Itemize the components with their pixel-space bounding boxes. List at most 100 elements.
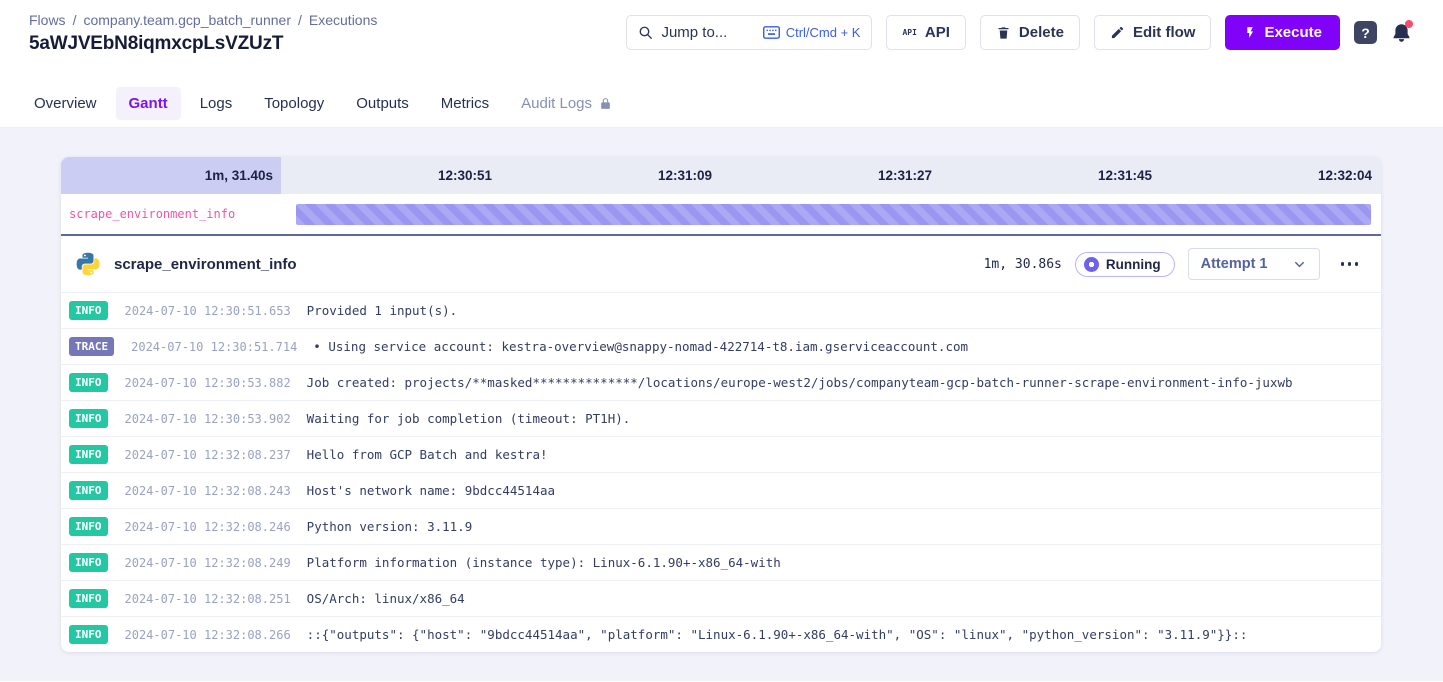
search-shortcut: Ctrl/Cmd + K — [763, 25, 861, 40]
task-detail-header: scrape_environment_info 1m, 30.86s Runni… — [61, 234, 1381, 292]
topbar: Flows / company.team.gcp_batch_runner / … — [0, 0, 1443, 80]
tab-logs[interactable]: Logs — [187, 87, 246, 120]
log-message: Waiting for job completion (timeout: PT1… — [307, 411, 631, 426]
tab-label: Audit Logs — [521, 95, 592, 112]
log-message: Job created: projects/**masked**********… — [307, 375, 1293, 390]
gantt-tick-label: 12:31:27 — [721, 157, 941, 194]
lock-icon — [599, 97, 612, 110]
log-level-badge: INFO — [69, 409, 108, 428]
log-row: INFO 2024-07-10 12:30:51.653 Provided 1 … — [61, 292, 1381, 328]
log-row: INFO 2024-07-10 12:30:53.882 Job created… — [61, 364, 1381, 400]
status-running-icon — [1084, 257, 1099, 272]
gantt-track — [281, 204, 1381, 225]
log-level-badge: INFO — [69, 553, 108, 572]
log-level-badge: INFO — [69, 445, 108, 464]
tab-label: Gantt — [129, 95, 168, 112]
log-level-badge: TRACE — [69, 337, 114, 356]
execution-card: 1m, 31.40s 12:30:51 12:31:09 12:31:27 12… — [61, 157, 1381, 652]
tab-metrics[interactable]: Metrics — [428, 87, 502, 120]
log-timestamp: 2024-07-10 12:30:53.882 — [125, 376, 291, 390]
gantt-total-duration: 1m, 31.40s — [61, 157, 281, 194]
log-level-badge: INFO — [69, 481, 108, 500]
gantt-tick-label: 12:31:45 — [941, 157, 1161, 194]
execute-button[interactable]: Execute — [1225, 15, 1340, 50]
log-row: INFO 2024-07-10 12:32:08.251 OS/Arch: li… — [61, 580, 1381, 616]
pencil-icon — [1110, 25, 1125, 40]
help-icon[interactable]: ? — [1354, 21, 1377, 44]
tab-audit-logs[interactable]: Audit Logs — [508, 87, 625, 120]
topbar-left: Flows / company.team.gcp_batch_runner / … — [29, 12, 377, 70]
breadcrumb-separator: / — [298, 12, 302, 28]
tab-label: Overview — [34, 95, 97, 112]
edit-flow-button[interactable]: Edit flow — [1094, 15, 1212, 50]
log-timestamp: 2024-07-10 12:32:08.266 — [125, 628, 291, 642]
log-row: INFO 2024-07-10 12:32:08.243 Host's netw… — [61, 472, 1381, 508]
status-label: Running — [1106, 257, 1161, 272]
gantt-timeline-header: 1m, 31.40s 12:30:51 12:31:09 12:31:27 12… — [61, 157, 1381, 194]
trash-icon — [996, 25, 1011, 41]
task-duration: 1m, 30.86s — [984, 257, 1062, 272]
breadcrumb-flow-id[interactable]: company.team.gcp_batch_runner — [83, 12, 291, 28]
delete-button-label: Delete — [1019, 24, 1064, 41]
python-logo-icon — [75, 251, 101, 277]
log-message: Host's network name: 9bdcc44514aa — [307, 483, 555, 498]
breadcrumb-flows[interactable]: Flows — [29, 12, 66, 28]
gantt-running-bar[interactable] — [296, 204, 1371, 225]
attempt-dropdown-value: Attempt 1 — [1201, 256, 1268, 272]
tab-outputs[interactable]: Outputs — [343, 87, 422, 120]
more-options-icon[interactable] — [1333, 256, 1367, 272]
log-message: Python version: 3.11.9 — [307, 519, 473, 534]
breadcrumb-separator: / — [73, 12, 77, 28]
tab-topology[interactable]: Topology — [251, 87, 337, 120]
log-level-badge: INFO — [69, 517, 108, 536]
task-name: scrape_environment_info — [114, 256, 297, 273]
log-message: Hello from GCP Batch and kestra! — [307, 447, 548, 462]
log-message: ::{"outputs": {"host": "9bdcc44514aa", "… — [307, 627, 1248, 642]
gantt-tick-label: 12:31:09 — [501, 157, 721, 194]
log-row: INFO 2024-07-10 12:30:53.902 Waiting for… — [61, 400, 1381, 436]
tab-label: Topology — [264, 95, 324, 112]
topbar-actions: Jump to... Ctrl/Cmd + K API API Delete E… — [626, 15, 1412, 50]
api-button-label: API — [925, 24, 950, 41]
delete-button[interactable]: Delete — [980, 15, 1080, 50]
breadcrumb-executions[interactable]: Executions — [309, 12, 377, 28]
log-row: INFO 2024-07-10 12:32:08.237 Hello from … — [61, 436, 1381, 472]
gantt-tick-label: 12:32:04 — [1161, 157, 1381, 194]
gantt-task-row: scrape_environment_info — [61, 194, 1381, 234]
execution-id-title: 5aWJVEbN8iqmxcpLsVZUzT — [29, 33, 377, 55]
jump-to-search[interactable]: Jump to... Ctrl/Cmd + K — [626, 15, 872, 50]
notifications-button[interactable] — [1391, 22, 1412, 44]
log-timestamp: 2024-07-10 12:30:51.714 — [131, 340, 297, 354]
log-row: INFO 2024-07-10 12:32:08.249 Platform in… — [61, 544, 1381, 580]
log-message: Platform information (instance type): Li… — [307, 555, 781, 570]
tab-overview[interactable]: Overview — [21, 87, 110, 120]
log-message: OS/Arch: linux/x86_64 — [307, 591, 465, 606]
tab-label: Logs — [200, 95, 233, 112]
attempt-dropdown[interactable]: Attempt 1 — [1188, 248, 1320, 280]
execution-tabs: Overview Gantt Logs Topology Out — [0, 80, 1443, 128]
log-level-badge: INFO — [69, 589, 108, 608]
gantt-ticks: 12:30:51 12:31:09 12:31:27 12:31:45 12:3… — [281, 157, 1381, 194]
execute-button-label: Execute — [1264, 24, 1322, 41]
log-timestamp: 2024-07-10 12:32:08.237 — [125, 448, 291, 462]
gantt-task-label[interactable]: scrape_environment_info — [61, 207, 281, 221]
gantt-view: 1m, 31.40s 12:30:51 12:31:09 12:31:27 12… — [0, 128, 1443, 681]
log-level-badge: INFO — [69, 373, 108, 392]
edit-flow-button-label: Edit flow — [1133, 24, 1196, 41]
status-badge: Running — [1075, 252, 1175, 277]
task-log-list: INFO 2024-07-10 12:30:51.653 Provided 1 … — [61, 292, 1381, 652]
search-placeholder: Jump to... — [661, 24, 727, 41]
log-row: TRACE 2024-07-10 12:30:51.714 • Using se… — [61, 328, 1381, 364]
log-level-badge: INFO — [69, 625, 108, 644]
log-timestamp: 2024-07-10 12:30:51.653 — [125, 304, 291, 318]
log-message: Provided 1 input(s). — [307, 303, 458, 318]
log-message: • Using service account: kestra-overview… — [313, 339, 968, 354]
api-icon: API — [902, 28, 916, 37]
gantt-tick-label: 12:30:51 — [281, 157, 501, 194]
search-shortcut-label: Ctrl/Cmd + K — [786, 25, 861, 40]
tab-gantt[interactable]: Gantt — [116, 87, 181, 120]
log-timestamp: 2024-07-10 12:30:53.902 — [125, 412, 291, 426]
log-row: INFO 2024-07-10 12:32:08.266 ::{"outputs… — [61, 616, 1381, 652]
log-level-badge: INFO — [69, 301, 108, 320]
api-button[interactable]: API API — [886, 15, 965, 50]
